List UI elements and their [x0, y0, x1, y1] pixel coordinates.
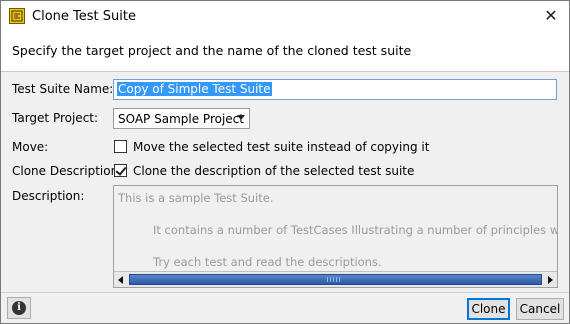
info-icon: i	[12, 301, 26, 315]
close-icon[interactable]: ✕	[539, 5, 563, 27]
target-project-value: SOAP Sample Project	[118, 112, 244, 126]
move-label: Move:	[12, 140, 49, 154]
soapui-icon	[9, 8, 25, 24]
target-project-select[interactable]: SOAP Sample Project	[113, 108, 250, 129]
dialog-header: Specify the target project and the name …	[1, 32, 569, 72]
help-button[interactable]: i	[7, 297, 31, 319]
test-suite-name-value: Copy of Simple Test Suite	[117, 82, 272, 96]
horizontal-scrollbar[interactable]	[114, 271, 557, 287]
move-checkbox[interactable]	[114, 140, 127, 153]
move-checkbox-text[interactable]: Move the selected test suite instead of …	[133, 140, 429, 154]
scroll-right-icon[interactable]	[543, 272, 557, 287]
description-textarea[interactable]: This is a sample Test Suite. It contains…	[113, 185, 558, 288]
target-project-label: Target Project:	[12, 111, 99, 125]
test-suite-name-input[interactable]: Copy of Simple Test Suite	[113, 79, 557, 100]
scrollbar-grip	[327, 277, 341, 282]
scrollbar-thumb[interactable]	[129, 274, 542, 285]
description-line: Try each test and read the descriptions.	[153, 255, 382, 269]
scroll-left-icon[interactable]	[114, 272, 128, 287]
clone-description-checkbox[interactable]	[114, 164, 127, 177]
clone-button[interactable]: Clone	[467, 298, 510, 320]
clone-description-label: Clone Description:	[12, 164, 123, 178]
cancel-button[interactable]: Cancel	[516, 298, 564, 320]
window-title: Clone Test Suite	[32, 9, 136, 24]
clone-description-checkbox-text[interactable]: Clone the description of the selected te…	[133, 164, 414, 178]
dialog-footer: i Clone Cancel	[1, 292, 569, 324]
description-line: This is a sample Test Suite.	[118, 191, 274, 205]
title-bar: Clone Test Suite ✕	[1, 1, 569, 32]
test-suite-name-label: Test Suite Name:	[12, 82, 114, 96]
clone-test-suite-dialog: Clone Test Suite ✕ Specify the target pr…	[0, 0, 570, 324]
header-description: Specify the target project and the name …	[12, 43, 412, 58]
description-label: Description:	[12, 189, 85, 203]
chevron-down-icon	[237, 115, 245, 120]
description-line: It contains a number of TestCases Illust…	[153, 223, 558, 237]
